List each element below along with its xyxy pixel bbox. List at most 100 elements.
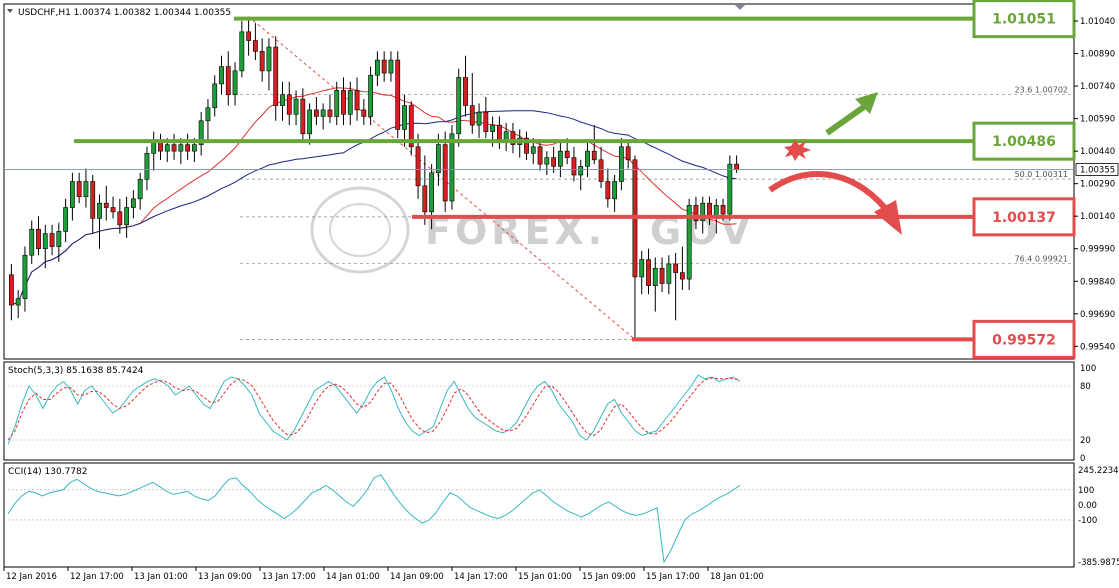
candle-body bbox=[124, 207, 130, 226]
candle-body bbox=[578, 166, 584, 176]
forex-chart: USDCHF,H1 1.00374 1.00382 1.00344 1.0035… bbox=[0, 0, 1119, 588]
candle-body bbox=[300, 98, 306, 135]
candle-body bbox=[232, 70, 238, 96]
candle-body bbox=[313, 109, 319, 117]
candle-body bbox=[727, 163, 733, 215]
stochastic-tick-label: 100 bbox=[1080, 364, 1096, 374]
candle-body bbox=[110, 207, 116, 213]
candle-body bbox=[598, 159, 604, 182]
candle-body bbox=[530, 146, 536, 154]
candle-body bbox=[666, 263, 672, 284]
candle-body bbox=[659, 267, 665, 284]
candle-body bbox=[293, 98, 299, 115]
candle-body bbox=[551, 157, 557, 167]
time-tick-label: 14 Jan 09:00 bbox=[390, 572, 444, 582]
candle-body bbox=[327, 109, 333, 117]
price-tick-label: 1.00290 bbox=[1080, 180, 1115, 190]
candle-body bbox=[49, 233, 55, 247]
candle-body bbox=[381, 59, 387, 74]
candle-body bbox=[612, 181, 618, 200]
candle bbox=[449, 125, 455, 210]
candle-body bbox=[402, 105, 407, 130]
candle-body bbox=[652, 267, 658, 286]
candle-body bbox=[388, 59, 394, 74]
cci-tick-label: 245.2234 bbox=[1078, 466, 1119, 476]
candle-body bbox=[673, 263, 679, 273]
time-tick-label: 18 Jan 01:00 bbox=[710, 572, 764, 582]
candle-body bbox=[22, 254, 28, 299]
stochastic-tick-label: 20 bbox=[1080, 436, 1091, 446]
time-tick-label: 14 Jan 17:00 bbox=[454, 572, 508, 582]
candle-body bbox=[591, 150, 597, 161]
candle-body bbox=[679, 272, 685, 280]
time-tick-label: 13 Jan 09:00 bbox=[198, 572, 252, 582]
candle-body bbox=[164, 144, 170, 152]
candle-body bbox=[307, 109, 313, 135]
time-tick-label: 13 Jan 01:00 bbox=[134, 572, 188, 582]
candle-body bbox=[8, 274, 14, 306]
stochastic-tick-label: 0 bbox=[1080, 454, 1085, 464]
price-tick-label: 0.99840 bbox=[1080, 277, 1115, 287]
symbol-header: USDCHF,H1 1.00374 1.00382 1.00344 1.0035… bbox=[18, 8, 231, 18]
candle-body bbox=[361, 109, 367, 117]
candle-body bbox=[585, 150, 590, 167]
candle-body bbox=[435, 144, 441, 174]
candle-body bbox=[368, 74, 374, 117]
candle-body bbox=[415, 146, 421, 187]
candle-body bbox=[144, 153, 150, 180]
candle-body bbox=[205, 107, 211, 122]
candle-body bbox=[320, 109, 326, 117]
price-tick-label: 0.99540 bbox=[1080, 342, 1115, 352]
candle-body bbox=[463, 77, 468, 106]
time-tick-label: 14 Jan 01:00 bbox=[326, 572, 380, 582]
cci-tick-label: -100 bbox=[1078, 516, 1097, 526]
cci-tick-label: 0.00 bbox=[1078, 501, 1097, 511]
candle-body bbox=[259, 51, 265, 72]
candle-body bbox=[571, 157, 577, 176]
current-price-label: 1.00355 bbox=[1080, 166, 1115, 176]
candle-body bbox=[618, 146, 624, 182]
candle-body bbox=[171, 144, 177, 152]
time-tick-label: 15 Jan 01:00 bbox=[518, 572, 572, 582]
time-tick-label: 13 Jan 17:00 bbox=[262, 572, 316, 582]
chart-background bbox=[0, 0, 1119, 588]
candle-body bbox=[564, 150, 570, 158]
level-label: 0.99572 bbox=[992, 332, 1056, 348]
candle-body bbox=[646, 259, 651, 286]
candle-body bbox=[56, 231, 62, 247]
candle-body bbox=[347, 90, 353, 115]
candle-body bbox=[151, 142, 157, 154]
level-label: 1.01051 bbox=[992, 12, 1056, 28]
candle-body bbox=[496, 124, 502, 141]
stochastic-label: Stoch(5,3,3) 85.1638 85.7424 bbox=[8, 366, 144, 376]
candle-body bbox=[212, 83, 218, 109]
price-tick-label: 0.99990 bbox=[1080, 245, 1115, 255]
candle-body bbox=[90, 181, 96, 219]
candle-body bbox=[503, 131, 509, 141]
fib-level-label: 50.0 1.00311 bbox=[1015, 170, 1068, 179]
candle-body bbox=[191, 144, 197, 152]
candle-body bbox=[83, 181, 89, 197]
cci-tick-label: -385.9875 bbox=[1078, 558, 1119, 568]
candle-body bbox=[63, 207, 69, 232]
candle-body bbox=[273, 46, 279, 106]
candle-body bbox=[422, 185, 428, 213]
candle-body bbox=[442, 144, 448, 202]
candle-body bbox=[334, 90, 340, 117]
level-label: 1.00137 bbox=[992, 210, 1056, 226]
candle-body bbox=[158, 142, 163, 152]
candle-body bbox=[476, 111, 482, 126]
candle-body bbox=[178, 144, 184, 152]
candle-body bbox=[341, 90, 346, 115]
time-tick-label: 12 Jan 2016 bbox=[6, 572, 57, 582]
fib-level-label: 76.4 0.99921 bbox=[1015, 255, 1068, 264]
candle bbox=[368, 66, 374, 126]
price-tick-label: 1.01040 bbox=[1080, 17, 1115, 27]
stochastic-tick-label: 80 bbox=[1080, 382, 1091, 392]
time-tick-label: 12 Jan 17:00 bbox=[70, 572, 124, 582]
candle-body bbox=[246, 31, 252, 41]
candle-body bbox=[639, 259, 645, 278]
candle-body bbox=[544, 157, 550, 165]
candle-body bbox=[449, 133, 455, 202]
candle-body bbox=[36, 228, 41, 250]
